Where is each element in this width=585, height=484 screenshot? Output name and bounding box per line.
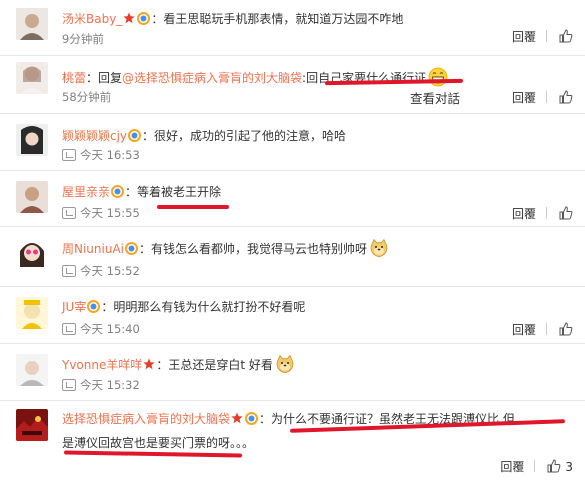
avatar[interactable]: [16, 237, 48, 269]
grin-emoji-icon: [428, 67, 448, 87]
comment-time: 今天 15:32: [62, 377, 140, 393]
comment-item: 选择恐惧症病入膏肓的刘大脑袋 ：为什么不要通行证？虽然老王无法跟溥仪比 但 是溥仪…: [0, 401, 585, 484]
comment-line: JU宰 ：明明那么有钱为什么就打扮不好看呢: [62, 298, 305, 315]
comment-time: 今天 16:53: [62, 147, 140, 163]
reply-prefix: ：回复: [86, 71, 123, 85]
comment-text: ：很好，成功的引起了他的注意，哈哈: [142, 129, 347, 143]
comment-text: ：明明那么有钱为什么就打扮不好看呢: [101, 300, 306, 314]
doge-emoji-icon: [369, 238, 389, 258]
comment-line: Yvonne羊咩咩 ：王总还是穿白t 好看: [62, 354, 295, 374]
reply-button[interactable]: 回覆: [512, 91, 536, 105]
rainbow-badge-icon[interactable]: [137, 12, 151, 25]
mention-link[interactable]: @选择恐惧症病入膏肓的刘大脑袋: [122, 71, 302, 85]
comment-actions: 回覆: [512, 205, 573, 222]
phone-icon: [62, 379, 76, 391]
view-conversation-link[interactable]: 查看对話: [410, 88, 461, 107]
comment-line: 是溥仪回故宫也是要买门票的呀。。。: [62, 434, 254, 451]
avatar[interactable]: [16, 297, 48, 329]
comment-text: ：等着被老王开除: [125, 185, 222, 199]
username-link[interactable]: 汤米Baby_: [62, 12, 122, 26]
member-star-icon[interactable]: [123, 12, 135, 24]
comment-line: 汤米Baby_ ：看王思聪玩手机那表情，就知道万达园不咋地: [62, 10, 403, 27]
avatar[interactable]: [16, 62, 48, 94]
comment-line: 颖颖颖颖cjy ：很好，成功的引起了他的注意，哈哈: [62, 127, 346, 144]
comment-item: JU宰 ：明明那么有钱为什么就打扮不好看呢 今天 15:40 回覆: [0, 287, 585, 342]
username-link[interactable]: 颖颖颖颖cjy: [62, 129, 127, 143]
comment-item: Yvonne羊咩咩 ：王总还是穿白t 好看 今天 15:32: [0, 344, 585, 399]
doge-emoji-icon: [275, 354, 295, 374]
member-star-icon[interactable]: [143, 358, 155, 370]
divider: [546, 30, 547, 42]
avatar[interactable]: [16, 8, 48, 40]
thumbs-up-icon[interactable]: [559, 29, 573, 43]
comment-time: 今天 15:55: [62, 205, 140, 221]
phone-icon: [62, 323, 76, 335]
comment-line: 周NiuniuAi ：有钱怎么看都帅，我觉得马云也特别帅呀: [62, 238, 389, 258]
comment-line: 屋里亲亲 ：等着被老王开除: [62, 183, 221, 200]
comment-item: 桃蕾：回复@选择恐惧症病入膏肓的刘大脑袋:回自己家要什么通行证 58分钟前 查看…: [0, 56, 585, 110]
thumbs-up-icon[interactable]: [547, 459, 561, 473]
comment-time: 今天 15:52: [62, 263, 140, 279]
rainbow-badge-icon[interactable]: [125, 242, 139, 255]
thumbs-up-icon[interactable]: [559, 206, 573, 220]
comment-item: 周NiuniuAi ：有钱怎么看都帅，我觉得马云也特别帅呀 今天 15:52: [0, 227, 585, 285]
comment-time: 58分钟前: [62, 90, 112, 104]
comment-text: ：王总还是穿白t 好看: [156, 358, 273, 372]
thumbs-up-icon[interactable]: [559, 90, 573, 104]
avatar[interactable]: [16, 124, 48, 156]
divider: [546, 207, 547, 219]
reply-button[interactable]: 回覆: [512, 30, 536, 44]
comment-actions: 回覆 3: [500, 458, 573, 475]
thumbs-up-icon[interactable]: [559, 322, 573, 336]
username-link[interactable]: 屋里亲亲: [62, 185, 110, 199]
reply-button[interactable]: 回覆: [500, 460, 524, 474]
comment-time: 9分钟前: [62, 32, 104, 46]
rainbow-badge-icon[interactable]: [245, 412, 259, 425]
username-link[interactable]: Yvonne羊咩咩: [62, 358, 142, 372]
comment-actions: 回覆: [512, 28, 573, 45]
phone-icon: [62, 207, 76, 219]
comment-text: ：有钱怎么看都帅，我觉得马云也特别帅呀: [139, 242, 368, 256]
divider: [546, 323, 547, 335]
username-link[interactable]: 桃蕾: [62, 71, 86, 85]
comment-time: 今天 15:40: [62, 321, 140, 337]
avatar[interactable]: [16, 409, 48, 441]
comment-item: 汤米Baby_ ：看王思聪玩手机那表情，就知道万达园不咋地 9分钟前 回覆: [0, 0, 585, 50]
username-link[interactable]: 周NiuniuAi: [62, 242, 124, 256]
username-link[interactable]: JU宰: [62, 300, 86, 314]
rainbow-badge-icon[interactable]: [87, 300, 101, 313]
comment-actions: 回覆: [512, 89, 573, 106]
comment-actions: 回覆: [512, 321, 573, 338]
like-count: 3: [565, 460, 573, 474]
reply-button[interactable]: 回覆: [512, 323, 536, 337]
comment-item: 颖颖颖颖cjy ：很好，成功的引起了他的注意，哈哈 今天 16:53: [0, 114, 585, 169]
rainbow-badge-icon[interactable]: [128, 129, 142, 142]
phone-icon: [62, 265, 76, 277]
avatar[interactable]: [16, 181, 48, 213]
reply-button[interactable]: 回覆: [512, 207, 536, 221]
phone-icon: [62, 149, 76, 161]
comment-text: 是溥仪回故宫也是要买门票的呀。。。: [62, 436, 255, 450]
member-star-icon[interactable]: [231, 412, 243, 424]
avatar[interactable]: [16, 354, 48, 386]
red-underline-annotation: [157, 205, 229, 209]
divider: [546, 91, 547, 103]
rainbow-badge-icon[interactable]: [111, 185, 125, 198]
username-link[interactable]: 选择恐惧症病入膏肓的刘大脑袋: [62, 412, 230, 426]
comment-item: 屋里亲亲 ：等着被老王开除 今天 15:55 回覆: [0, 171, 585, 225]
divider: [534, 460, 536, 472]
comment-text: ：看王思聪玩手机那表情，就知道万达园不咋地: [151, 12, 404, 26]
